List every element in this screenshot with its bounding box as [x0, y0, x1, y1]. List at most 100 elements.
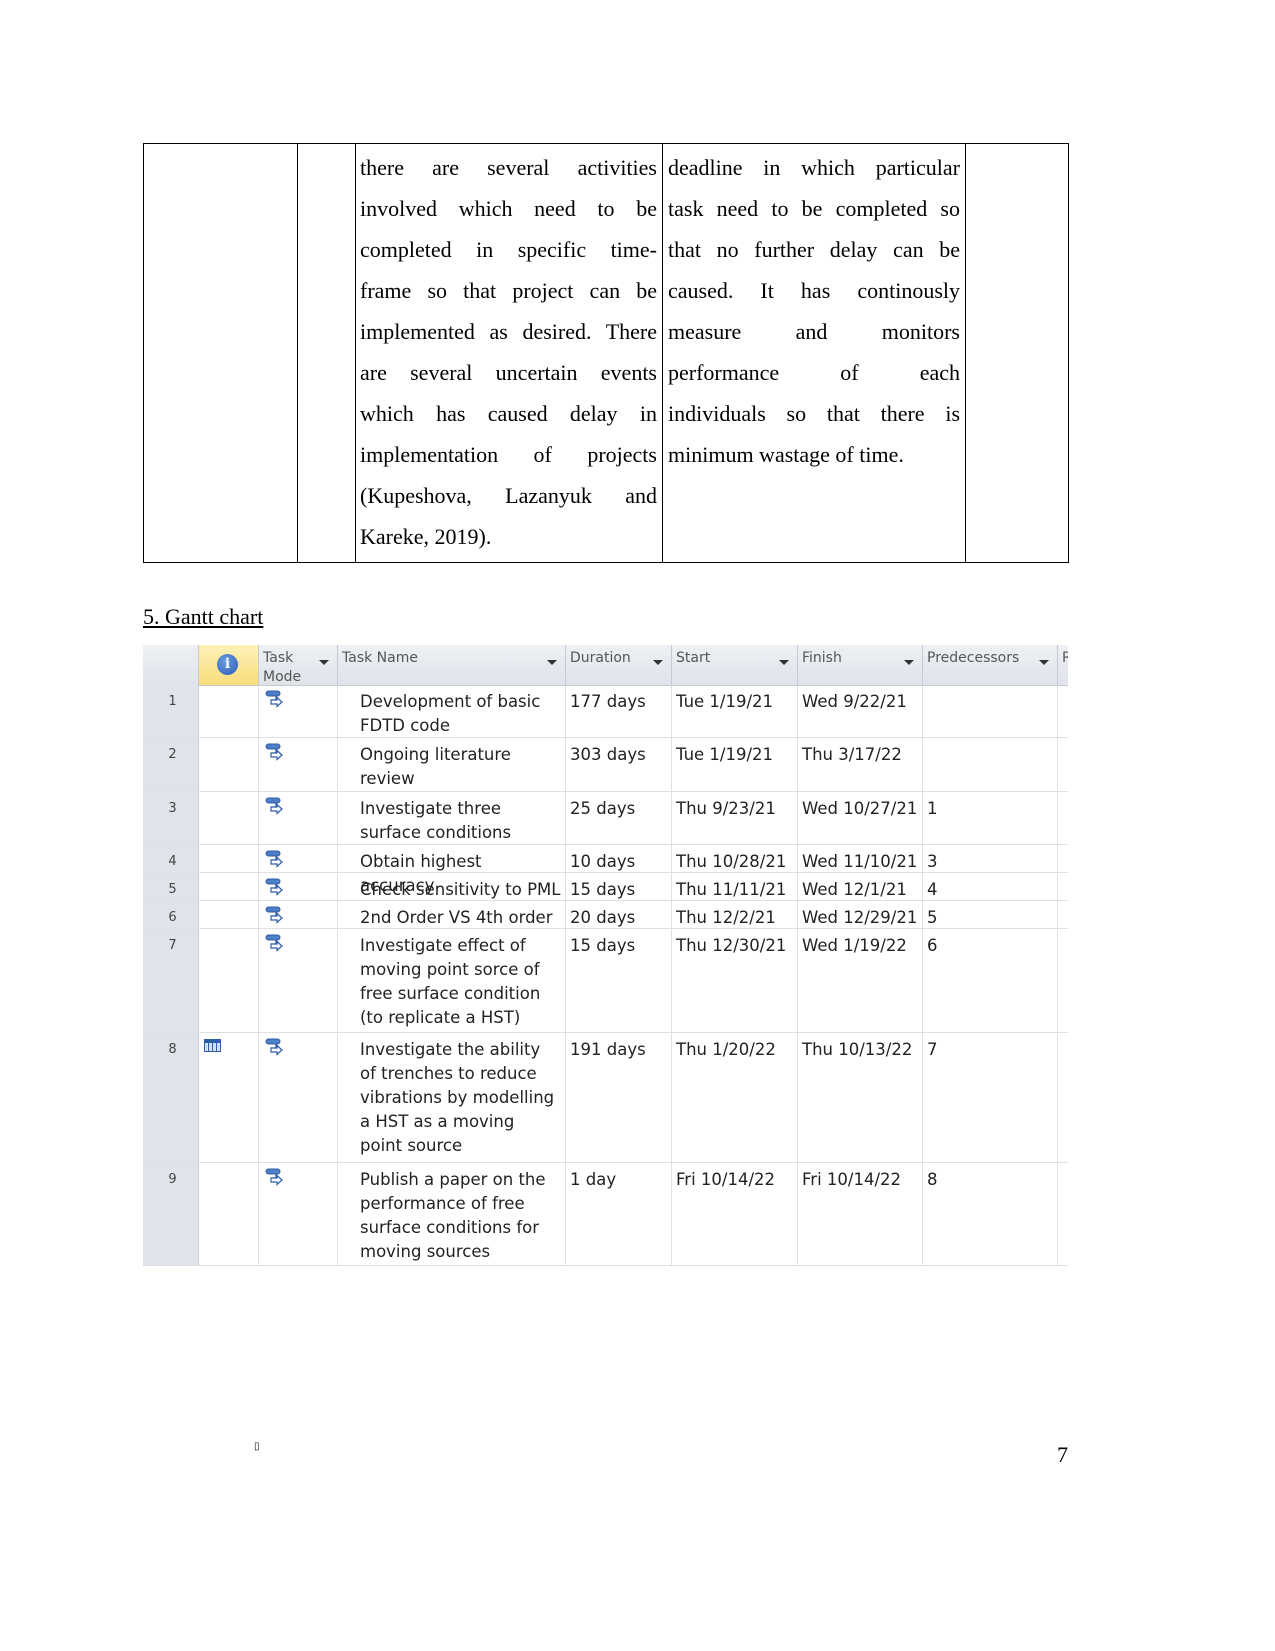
cell-id[interactable]: 4: [143, 845, 199, 872]
chevron-down-icon[interactable]: [653, 660, 663, 665]
table-row[interactable]: 2 Ongoing literature review 303 days Tue 1/…: [143, 738, 1068, 792]
cell-id[interactable]: 3: [143, 792, 199, 844]
cell-duration[interactable]: 177 days: [566, 685, 672, 737]
cell-id[interactable]: 6: [143, 901, 199, 928]
cell-start[interactable]: Thu 1/20/22: [672, 1033, 798, 1162]
cell-start[interactable]: Tue 1/19/21: [672, 685, 798, 737]
table-row[interactable]: 3 Investigate three surface conditions 25 …: [143, 792, 1068, 845]
cell-duration[interactable]: 25 days: [566, 792, 672, 844]
cell-indicator[interactable]: [199, 929, 259, 1032]
cell-indicator[interactable]: [199, 1033, 259, 1162]
cell-indicator[interactable]: [199, 845, 259, 872]
cell-predecessors[interactable]: 3: [923, 845, 1058, 872]
cell-predecessors[interactable]: [923, 738, 1058, 791]
cell-name[interactable]: Publish a paper on the performance of fr…: [338, 1163, 566, 1265]
cell-mode[interactable]: [259, 685, 338, 737]
cell-start[interactable]: Thu 12/30/21: [672, 929, 798, 1032]
cell-id[interactable]: 5: [143, 873, 199, 900]
cell-indicator[interactable]: [199, 685, 259, 737]
cell-finish[interactable]: Fri 10/14/22: [798, 1163, 923, 1265]
cell-mode[interactable]: [259, 792, 338, 844]
cell-id-text: 1: [168, 694, 177, 709]
cell-duration[interactable]: 20 days: [566, 901, 672, 928]
cell-name[interactable]: Investigate the ability of trenches to r…: [338, 1033, 566, 1162]
cell-finish-text: Wed 11/10/21: [802, 852, 918, 871]
table-row[interactable]: 9 Publish a paper on the performance of f…: [143, 1163, 1068, 1266]
cell-finish[interactable]: Wed 9/22/21: [798, 685, 923, 737]
cell-indicator[interactable]: [199, 901, 259, 928]
cell-duration[interactable]: 303 days: [566, 738, 672, 791]
cell-duration[interactable]: 191 days: [566, 1033, 672, 1162]
chevron-down-icon[interactable]: [319, 660, 329, 665]
cell-mode[interactable]: [259, 1163, 338, 1265]
header-next-column[interactable]: R: [1058, 645, 1068, 685]
chevron-down-icon[interactable]: [547, 660, 557, 665]
cell-finish[interactable]: Wed 12/29/21: [798, 901, 923, 928]
cell-mode[interactable]: [259, 901, 338, 928]
cell-id[interactable]: 2: [143, 738, 199, 791]
table-row[interactable]: 8 Investigate the ability of trenches to …: [143, 1033, 1068, 1163]
cell-mode[interactable]: [259, 1033, 338, 1162]
cell-predecessors[interactable]: 7: [923, 1033, 1058, 1162]
cell-mode[interactable]: [259, 873, 338, 900]
cell-start[interactable]: Thu 11/11/21: [672, 873, 798, 900]
header-task-name[interactable]: Task Name: [338, 645, 566, 685]
header-label: Task Mode: [263, 650, 302, 685]
cell-finish[interactable]: Thu 3/17/22: [798, 738, 923, 791]
cell-name[interactable]: Check sensitivity to PML: [338, 873, 566, 900]
cell-predecessors[interactable]: [923, 685, 1058, 737]
cell-start[interactable]: Thu 9/23/21: [672, 792, 798, 844]
text-line: individuals so that there is: [668, 401, 960, 426]
cell-duration[interactable]: 10 days: [566, 845, 672, 872]
table-row[interactable]: 1 Development of basic FDTD code 177 days T…: [143, 685, 1068, 738]
cell-duration[interactable]: 15 days: [566, 929, 672, 1032]
cell-start[interactable]: Thu 12/2/21: [672, 901, 798, 928]
cell-mode[interactable]: [259, 738, 338, 791]
table-row[interactable]: 6 2nd Order VS 4th order 20 days Thu 12/2/2…: [143, 901, 1068, 929]
cell-start[interactable]: Tue 1/19/21: [672, 738, 798, 791]
cell-id[interactable]: 9: [143, 1163, 199, 1265]
cell-predecessors[interactable]: 6: [923, 929, 1058, 1032]
cell-id[interactable]: 1: [143, 685, 199, 737]
chevron-down-icon[interactable]: [1039, 660, 1049, 665]
cell-duration[interactable]: 15 days: [566, 873, 672, 900]
cell-finish[interactable]: Wed 12/1/21: [798, 873, 923, 900]
cell-predecessors[interactable]: 4: [923, 873, 1058, 900]
cell-id[interactable]: 8: [143, 1033, 199, 1162]
chevron-down-icon[interactable]: [904, 660, 914, 665]
cell-indicator[interactable]: [199, 738, 259, 791]
cell-finish[interactable]: Wed 11/10/21: [798, 845, 923, 872]
table-row[interactable]: 4 Obtain highest accuracy 10 days Thu 10/28…: [143, 845, 1068, 895]
cell-indicator[interactable]: [199, 1163, 259, 1265]
cell-start[interactable]: Thu 10/28/21: [672, 845, 798, 872]
cell-id[interactable]: 7: [143, 929, 199, 1032]
cell-name[interactable]: Investigate effect of moving point sorce…: [338, 929, 566, 1032]
header-indicators[interactable]: i: [199, 645, 259, 685]
cell-indicator[interactable]: [199, 792, 259, 844]
cell-name[interactable]: Investigate three surface conditions: [338, 792, 566, 844]
chevron-down-icon[interactable]: [779, 660, 789, 665]
header-predecessors[interactable]: Predecessors: [923, 645, 1058, 685]
cell-indicator[interactable]: [199, 873, 259, 900]
header-task-mode[interactable]: Task Mode: [259, 645, 338, 685]
cell-start[interactable]: Fri 10/14/22: [672, 1163, 798, 1265]
cell-name[interactable]: 2nd Order VS 4th order: [338, 901, 566, 928]
table-row[interactable]: 5 Check sensitivity to PML 15 days Thu 11/1…: [143, 873, 1068, 901]
cell-finish[interactable]: Wed 1/19/22: [798, 929, 923, 1032]
cell-predecessors[interactable]: 1: [923, 792, 1058, 844]
cell-finish[interactable]: Wed 10/27/21: [798, 792, 923, 844]
header-finish[interactable]: Finish: [798, 645, 923, 685]
header-duration[interactable]: Duration: [566, 645, 672, 685]
cell-predecessors[interactable]: 8: [923, 1163, 1058, 1265]
cell-name[interactable]: Obtain highest accuracy: [338, 845, 566, 895]
cell-name[interactable]: Ongoing literature review: [338, 738, 566, 791]
cell-duration[interactable]: 1 day: [566, 1163, 672, 1265]
cell-mode[interactable]: [259, 929, 338, 1032]
cell-mode[interactable]: [259, 845, 338, 872]
cell-finish[interactable]: Thu 10/13/22: [798, 1033, 923, 1162]
header-start[interactable]: Start: [672, 645, 798, 685]
cell-name[interactable]: Development of basic FDTD code: [338, 685, 566, 737]
header-row-id[interactable]: [143, 645, 199, 685]
cell-predecessors[interactable]: 5: [923, 901, 1058, 928]
table-row[interactable]: 7 Investigate effect of moving point sorc…: [143, 929, 1068, 1033]
